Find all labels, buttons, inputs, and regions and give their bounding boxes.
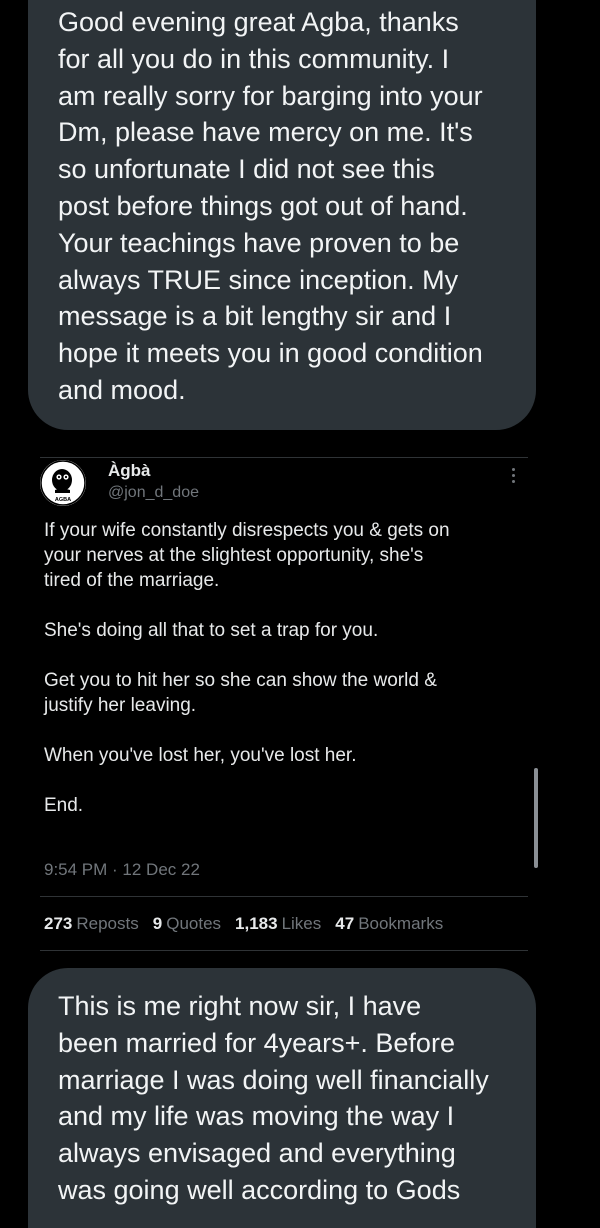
scrollbar[interactable] bbox=[534, 768, 538, 868]
message-bubble-bottom: This is me right now sir, I have been ma… bbox=[28, 968, 536, 1228]
stats-top-divider bbox=[40, 896, 528, 897]
quoted-tweet-card[interactable]: AGBA Àgbà @jon_d_doe If your wife consta… bbox=[0, 450, 600, 960]
tweet-stats: 273 Reposts 9 Quotes 1,183 Likes 47 Bookmark… bbox=[44, 914, 443, 934]
tweet-timestamp[interactable]: 9:54 PM · 12 Dec 22 bbox=[44, 860, 200, 880]
tweet-paragraph: End. bbox=[44, 795, 84, 816]
likes-stat[interactable]: 1,183 Likes bbox=[235, 914, 321, 934]
stats-bottom-divider bbox=[40, 950, 528, 951]
tweet-paragraph: When you've lost her, you've lost her. bbox=[44, 745, 357, 766]
message-bubble-top: Good evening great Agba, thanks for all … bbox=[28, 0, 536, 430]
tweet-paragraph: If your wife constantly disrespects you … bbox=[44, 520, 450, 591]
agba-logo-icon[interactable]: AGBA bbox=[40, 460, 86, 506]
tweet-text: If your wife constantly disrespects you … bbox=[44, 518, 524, 843]
author-name[interactable]: Àgbà bbox=[108, 461, 151, 481]
reposts-stat[interactable]: 273 Reposts bbox=[44, 914, 139, 934]
more-options-icon[interactable] bbox=[512, 468, 516, 486]
bookmarks-stat[interactable]: 47 Bookmarks bbox=[335, 914, 443, 934]
tweet-paragraph: Get you to hit her so she can show the w… bbox=[44, 670, 437, 716]
quotes-stat[interactable]: 9 Quotes bbox=[153, 914, 221, 934]
tweet-paragraph: She's doing all that to set a trap for y… bbox=[44, 620, 379, 641]
author-handle[interactable]: @jon_d_doe bbox=[108, 484, 199, 502]
tweet-top-divider bbox=[40, 457, 528, 458]
avatar-logo-text: AGBA bbox=[55, 497, 71, 503]
